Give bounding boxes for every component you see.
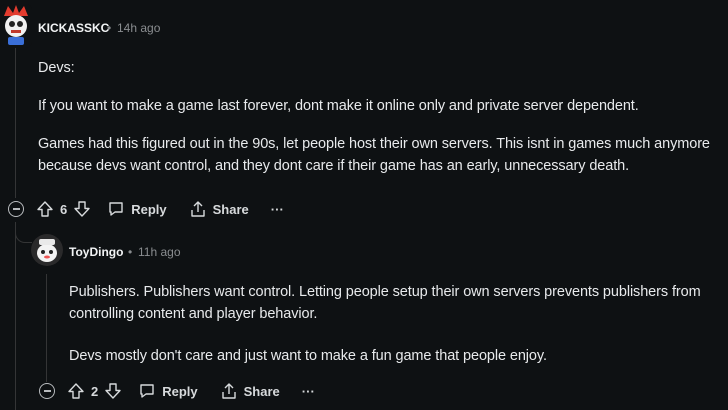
upvote-icon	[37, 201, 53, 217]
share-button[interactable]: Share	[220, 382, 280, 400]
comment-paragraph: Publishers. Publishers want control. Let…	[69, 284, 701, 322]
avatar[interactable]	[31, 234, 63, 266]
vote-count: 6	[60, 201, 68, 217]
upvote-button[interactable]	[36, 200, 54, 218]
comment-icon	[109, 202, 123, 216]
thread-elbow	[15, 222, 32, 243]
share-label: Share	[212, 201, 249, 217]
comment-paragraph: If you want to make a game last forever,…	[38, 98, 639, 114]
share-icon	[221, 383, 236, 399]
comment-paragraph: Games had this figured out in the 90s, l…	[38, 136, 710, 174]
reply-button[interactable]: Reply	[107, 200, 167, 218]
thread-line	[15, 48, 16, 198]
comment-timestamp[interactable]: 11h ago	[138, 245, 181, 259]
share-label: Share	[243, 383, 280, 399]
share-icon	[190, 201, 205, 217]
comment-separator: •	[128, 245, 133, 259]
comment-body: Publishers. Publishers want control. Let…	[69, 281, 719, 367]
downvote-button[interactable]	[73, 200, 91, 218]
comment-timestamp[interactable]: 14h ago	[117, 21, 160, 35]
avatar-image	[0, 4, 32, 48]
collapse-thread-button[interactable]	[8, 201, 24, 217]
comment-actions: 6 Reply Share ···	[36, 196, 284, 222]
more-options-button[interactable]: ···	[302, 384, 315, 399]
vote-count: 2	[91, 383, 99, 399]
reply-label: Reply	[162, 383, 198, 399]
comment-body: Devs: If you want to make a game last fo…	[38, 57, 728, 177]
collapse-thread-button[interactable]	[39, 383, 55, 399]
thread-line	[15, 222, 16, 410]
downvote-button[interactable]	[104, 382, 122, 400]
comment-paragraph: Devs mostly don't care and just want to …	[69, 348, 547, 364]
upvote-button[interactable]	[67, 382, 85, 400]
comment-paragraph: Devs:	[38, 60, 75, 76]
avatar[interactable]	[0, 4, 32, 48]
share-button[interactable]: Share	[189, 200, 249, 218]
more-options-icon: ···	[270, 201, 284, 217]
thread-line-reply	[46, 274, 47, 382]
avatar-image	[31, 234, 63, 266]
comment-icon	[140, 384, 154, 398]
comment-separator: •	[107, 21, 112, 35]
upvote-icon	[68, 383, 84, 399]
reply-button[interactable]: Reply	[138, 382, 198, 400]
more-options-button[interactable]: ···	[271, 202, 284, 217]
more-options-icon: ···	[301, 383, 315, 399]
comment-actions: 2 Reply Share ···	[67, 378, 315, 404]
reply-label: Reply	[131, 201, 167, 217]
downvote-icon	[74, 201, 90, 217]
comment-username[interactable]: KICKASSKC	[38, 21, 109, 35]
comment-username[interactable]: ToyDingo	[69, 245, 123, 259]
downvote-icon	[105, 383, 121, 399]
